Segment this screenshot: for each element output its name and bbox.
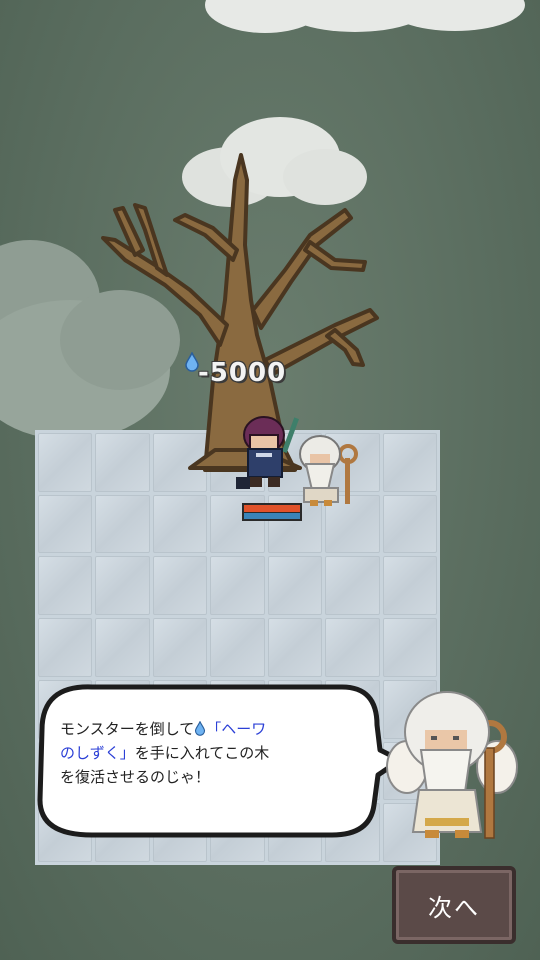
floor-tile[interactable] bbox=[382, 494, 437, 554]
floor-tile[interactable] bbox=[38, 618, 93, 677]
floor-tile[interactable] bbox=[38, 556, 93, 616]
item-name-highlight: 「ヘーワ bbox=[206, 720, 267, 738]
floor-tile[interactable] bbox=[38, 494, 93, 554]
floor-tile[interactable] bbox=[325, 618, 380, 677]
floor-tile[interactable] bbox=[152, 494, 208, 554]
hp-bar bbox=[242, 503, 302, 521]
floor-tile[interactable] bbox=[325, 556, 380, 616]
floor-tile[interactable] bbox=[95, 494, 150, 554]
floor-tile[interactable] bbox=[95, 618, 150, 677]
floor-tile[interactable] bbox=[382, 618, 437, 677]
sage-portrait bbox=[386, 691, 518, 839]
floor-tile[interactable] bbox=[38, 433, 93, 492]
dialog-text-segment: モンスターを倒して bbox=[60, 720, 195, 738]
next-button[interactable]: 次へ bbox=[392, 866, 516, 944]
water-drop-inline-icon bbox=[195, 720, 206, 736]
game-scene: -5000 モンスターを倒して 「ヘーワ のしずく」を手に入れてこの木 を復活さ… bbox=[0, 0, 540, 960]
cloud-top bbox=[205, 0, 525, 33]
dialog-text-segment: を手に入れてこの木 bbox=[134, 744, 270, 762]
item-name-highlight: のしずく」 bbox=[60, 744, 135, 762]
dialog-line-1: モンスターを倒して 「ヘーワ bbox=[60, 717, 350, 741]
floor-tile[interactable] bbox=[210, 556, 265, 616]
floor-tile[interactable] bbox=[152, 556, 208, 616]
floor-tile[interactable] bbox=[382, 433, 437, 492]
floor-tile[interactable] bbox=[382, 556, 437, 616]
floor-tile[interactable] bbox=[95, 556, 150, 616]
floor-tile[interactable] bbox=[267, 618, 323, 677]
dialog-line-3: を復活させるのじゃ！ bbox=[60, 768, 211, 786]
damage-number: -5000 bbox=[198, 358, 287, 388]
floor-tile[interactable] bbox=[152, 618, 208, 677]
dialog-line-2: のしずく」を手に入れてこの木 bbox=[60, 741, 350, 765]
sage-character[interactable] bbox=[292, 432, 358, 508]
floor-tile[interactable] bbox=[267, 556, 323, 616]
dialog-text: モンスターを倒して 「ヘーワ のしずく」を手に入れてこの木 を復活させるのじゃ！ bbox=[60, 717, 350, 789]
floor-tile[interactable] bbox=[210, 618, 265, 677]
